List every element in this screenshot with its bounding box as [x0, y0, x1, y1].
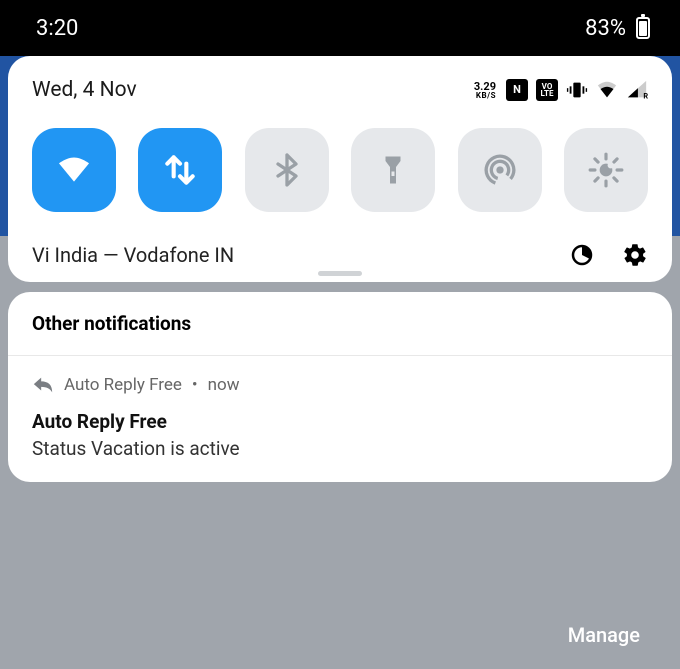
volte-icon: VO LTE	[536, 79, 558, 101]
notification-separator: •	[192, 375, 198, 395]
carrier-label[interactable]: Vi India — Vodafone IN	[32, 243, 234, 267]
wifi-icon	[54, 150, 94, 190]
notification-group-title: Other notifications	[8, 292, 672, 356]
cellular-signal-icon: R	[626, 79, 648, 101]
settings-icon[interactable]	[622, 242, 648, 268]
manage-bar: Manage	[0, 609, 680, 669]
battery-percent: 83%	[585, 16, 626, 41]
notification-body: Auto Reply Free • now Auto Reply Free St…	[8, 356, 672, 482]
notification-time: now	[208, 375, 240, 395]
status-right: 83%	[585, 16, 650, 41]
battery-icon	[636, 17, 650, 39]
mobile-data-toggle[interactable]	[138, 128, 222, 212]
clock: 3:20	[36, 16, 78, 41]
expand-handle[interactable]	[318, 271, 362, 276]
brightness-icon	[587, 151, 625, 189]
notification-text: Status Vacation is active	[32, 437, 648, 460]
date-label[interactable]: Wed, 4 Nov	[32, 78, 137, 102]
notification-meta: Auto Reply Free • now	[32, 374, 648, 396]
hotspot-toggle[interactable]	[458, 128, 542, 212]
status-indicators: 3.29 KB/S N VO LTE R	[474, 79, 648, 101]
data-speed-indicator: 3.29 KB/S	[474, 81, 496, 100]
mobile-data-icon	[161, 151, 199, 189]
status-bar: 3:20 83%	[0, 0, 680, 56]
quick-settings-footer: Vi India — Vodafone IN	[32, 242, 648, 282]
nfc-icon: N	[506, 79, 528, 101]
wifi-toggle[interactable]	[32, 128, 116, 212]
quick-settings-panel: Wed, 4 Nov 3.29 KB/S N VO LTE	[8, 56, 672, 282]
hotspot-icon	[480, 150, 520, 190]
brightness-toggle[interactable]	[564, 128, 648, 212]
quick-settings-header: Wed, 4 Nov 3.29 KB/S N VO LTE	[32, 78, 648, 102]
reply-icon	[32, 374, 54, 396]
notification-card[interactable]: Other notifications Auto Reply Free • no…	[8, 292, 672, 482]
wifi-signal-icon	[596, 79, 618, 101]
bluetooth-toggle[interactable]	[245, 128, 329, 212]
flashlight-toggle[interactable]	[351, 128, 435, 212]
data-speed-unit: KB/S	[474, 92, 496, 100]
data-saver-icon[interactable]	[570, 243, 594, 267]
notification-app-name: Auto Reply Free	[64, 375, 182, 395]
manage-button[interactable]: Manage	[568, 623, 640, 647]
toggle-row	[32, 128, 648, 212]
notification-title: Auto Reply Free	[32, 410, 648, 433]
bluetooth-icon	[269, 152, 305, 188]
vibrate-icon	[566, 79, 588, 101]
flashlight-icon	[375, 152, 411, 188]
svg-text:R: R	[643, 91, 648, 100]
data-speed-value: 3.29	[474, 81, 496, 92]
